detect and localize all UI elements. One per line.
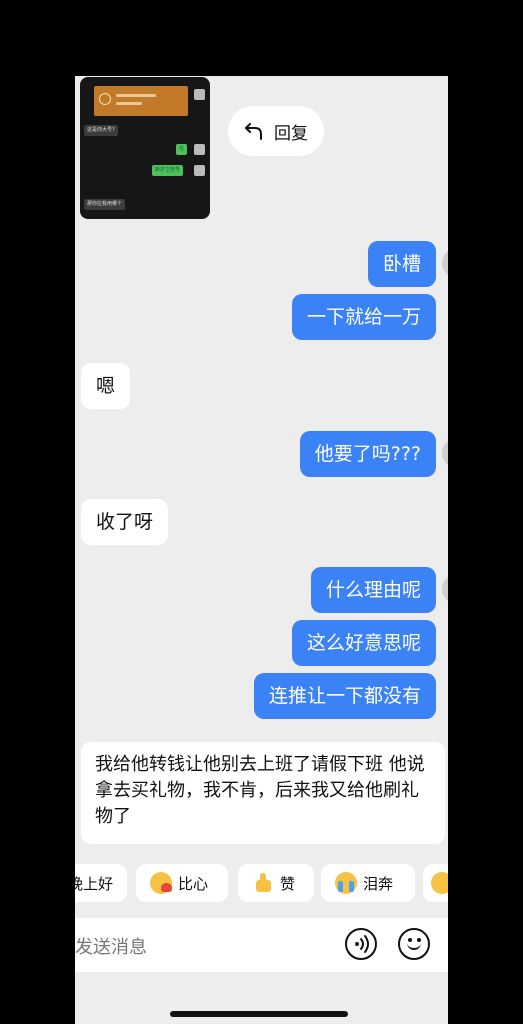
thumb-message: 在 <box>176 144 188 155</box>
message-bubble-sent[interactable]: 他要了吗??? <box>299 431 436 477</box>
crying-face-icon <box>335 872 357 894</box>
message-bubble-received[interactable]: 收了呀 <box>81 499 169 545</box>
message-bubble-sent[interactable]: 连推让一下都没有 <box>253 673 436 719</box>
thumb-message: 新护卫挂号 <box>152 165 184 176</box>
chip-label: 晚上好 <box>75 874 113 893</box>
transfer-card <box>94 86 188 116</box>
reply-arrow-icon <box>245 123 262 140</box>
message-input-bar: 发送消息 <box>75 918 448 972</box>
voice-icon[interactable] <box>345 928 377 960</box>
message-bubble-sent[interactable]: 一下就给一万 <box>291 294 436 340</box>
message-bubble-sent[interactable]: 这么好意思呢 <box>291 620 436 666</box>
message-input[interactable]: 发送消息 <box>75 933 147 959</box>
chip-label: 比心 <box>178 874 209 893</box>
avatar <box>194 165 205 176</box>
message-bubble-received[interactable]: 嗯 <box>81 363 131 409</box>
heart-hands-icon <box>150 872 172 894</box>
chip-label: 赞 <box>280 874 296 893</box>
message-bubble-sent[interactable]: 什么理由呢 <box>310 567 436 613</box>
thumb-message: 这是你大号? <box>84 125 118 136</box>
avatar <box>442 248 448 278</box>
message-bubble-received[interactable]: 我给他转钱让他别去上班了请假下班 他说拿去买礼物，我不肯，后来我又给他刷礼物了 <box>81 742 445 844</box>
emoji-icon[interactable] <box>398 928 430 960</box>
thumbs-up-icon <box>252 872 274 894</box>
chip-label: 泪奔 <box>363 874 394 893</box>
emoji-icon <box>431 872 448 894</box>
quick-reply-chip[interactable] <box>423 864 448 902</box>
avatar <box>194 89 205 100</box>
avatar <box>194 144 205 155</box>
quick-reply-chip[interactable]: 赞 <box>238 864 314 902</box>
avatar <box>442 574 448 604</box>
chat-screen: 这是你大号? 在 新护卫挂号 那你拉我用哪个 回复 卧槽 一下就给一万 嗯 他要… <box>75 76 448 1024</box>
quick-reply-bar: 晚上好 比心 赞 泪奔 <box>75 864 448 906</box>
quoted-screenshot-thumbnail[interactable]: 这是你大号? 在 新护卫挂号 那你拉我用哪个 <box>80 77 210 219</box>
home-indicator[interactable] <box>170 1011 348 1017</box>
thumb-message: 那你拉我用哪个 <box>84 199 126 210</box>
message-bubble-sent[interactable]: 卧槽 <box>367 241 436 287</box>
quick-reply-chip[interactable]: 晚上好 <box>75 864 127 902</box>
reply-label: 回复 <box>274 123 308 144</box>
quick-reply-chip[interactable]: 比心 <box>136 864 228 902</box>
avatar <box>442 438 448 468</box>
check-circle-icon <box>99 93 111 105</box>
quick-reply-chip[interactable]: 泪奔 <box>321 864 415 902</box>
reply-button[interactable]: 回复 <box>228 106 324 156</box>
